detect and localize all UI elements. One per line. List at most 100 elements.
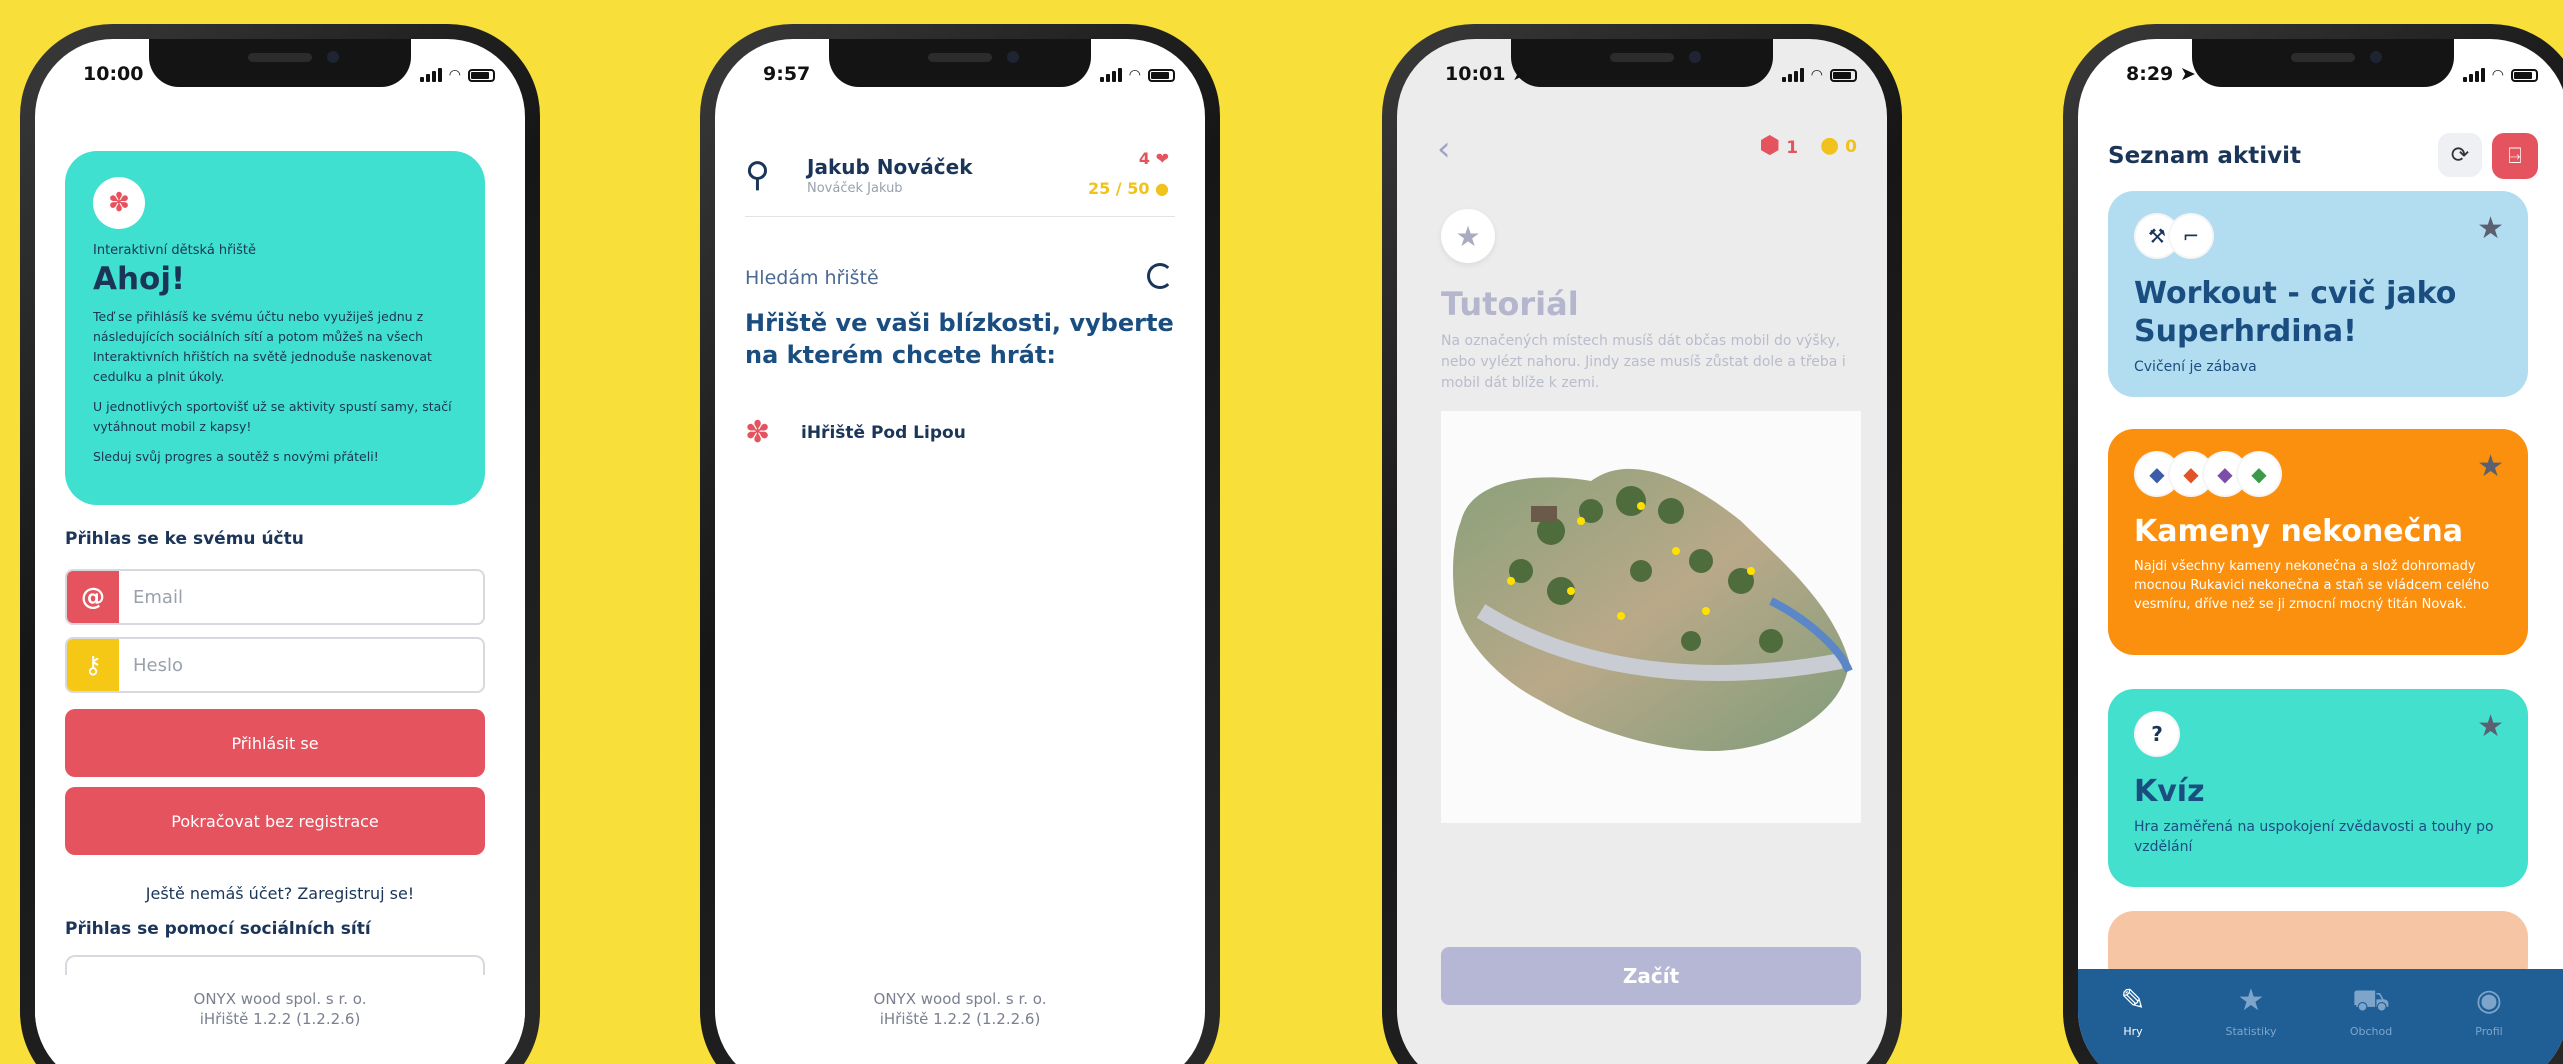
welcome-title: Ahoj!	[93, 261, 186, 297]
tab-profile[interactable]: ◉ Profil	[2444, 983, 2534, 1038]
email-placeholder: Email	[133, 586, 183, 608]
star-icon[interactable]: ★	[2477, 709, 2504, 744]
user-name: Jakub Nováček	[807, 155, 973, 179]
playground-headline: Hřiště ve vaši blízkosti, vyberte na kte…	[745, 309, 1174, 369]
star-icon: ★	[2237, 983, 2265, 1018]
footer-company: ONYX wood spol. s r. o.	[193, 990, 367, 1008]
status-bar: 10:01 ➤ ◠	[1397, 63, 1887, 93]
phone-activities: 8:29 ➤ ◠ Seznam aktivit ⟳ ⍈ ⚒ ⌐ ★ Workout…	[2063, 24, 2563, 1064]
tab-statistics[interactable]: ★ Statistiky	[2206, 983, 2296, 1038]
gem-icon: ⬢	[1759, 131, 1781, 159]
ihriste-logo-icon: ✽	[745, 415, 771, 450]
register-link[interactable]: Ještě nemáš účet? Zaregistruj se!	[35, 884, 525, 903]
social-login-button[interactable]	[65, 955, 485, 975]
phone-login: 10:00 ◠ ✽ Interaktivní dětská hřiště Aho…	[20, 24, 540, 1064]
phone-tutorial: 10:01 ➤ ◠ ‹ ⬢ 1 ● 0 ★ Tutoriál Na označe…	[1382, 24, 1902, 1064]
status-bar: 8:29 ➤ ◠	[2078, 63, 2563, 93]
gems-counter: ⬢ 1	[1759, 131, 1799, 159]
battery-icon	[1148, 68, 1175, 82]
location-arrow-icon: ➤	[1512, 63, 1529, 85]
footer-company: ONYX wood spol. s r. o.	[873, 990, 1047, 1008]
card-title: Kameny nekonečna	[2134, 514, 2464, 549]
key-icon: ⚷	[67, 639, 119, 691]
coin-icon: ●	[1155, 179, 1169, 198]
cart-icon: ⛟	[2352, 983, 2390, 1018]
card-subtitle: Cvičení je zábava	[2134, 359, 2257, 375]
card-title: Workout - cvič jako Superhrdina!	[2134, 276, 2457, 349]
playground-name: iHřiště Pod Lipou	[801, 422, 966, 443]
tab-bar: ✎ Hry ★ Statistiky ⛟ Obchod ◉ Profil	[2078, 969, 2563, 1064]
card-subtitle: Najdi všechny kameny nekonečna a slož do…	[2134, 559, 2490, 612]
social-section-title: Přihlas se pomocí sociálních sítí	[65, 919, 371, 939]
heart-icon: ❤	[1155, 149, 1169, 168]
signal-icon	[1099, 68, 1122, 82]
tab-label: Statistiky	[2225, 1025, 2277, 1038]
card-title: Kvíz	[2134, 774, 2205, 809]
activity-card-infinity-stones[interactable]: ◆ ◆ ◆ ◆ ★ Kameny nekonečna Najdi všechny…	[2108, 429, 2528, 655]
status-time: 10:00	[83, 63, 144, 85]
tab-label: Obchod	[2349, 1025, 2393, 1038]
footer: ONYX wood spol. s r. o. iHřiště 1.2.2 (1…	[715, 989, 1205, 1029]
at-icon: @	[67, 571, 119, 623]
footer-version: iHřiště 1.2.2 (1.2.2.6)	[879, 1010, 1041, 1028]
phone-playground-search: 9:57 ◠ ⚲ Jakub Nováček Nováček Jakub 4 ❤…	[700, 24, 1220, 1064]
signal-icon	[1781, 68, 1804, 82]
exit-button[interactable]: ⍈	[2492, 133, 2538, 179]
searching-label: Hledám hřiště	[745, 267, 879, 289]
continue-without-registration-button[interactable]: Pokračovat bez registrace	[65, 787, 485, 855]
start-button[interactable]: Začít	[1441, 947, 1861, 1005]
door-icon: ⍈	[2508, 143, 2522, 169]
pencil-icon: ✎	[2120, 983, 2146, 1018]
location-arrow-icon: ➤	[2179, 63, 2196, 85]
status-time: 9:57	[763, 63, 811, 85]
status-time: 8:29 ➤	[2126, 63, 2196, 85]
stone-icon: ◆	[2236, 451, 2282, 497]
welcome-text-1: Teď se přihlásíš ke svému účtu nebo využ…	[93, 309, 432, 384]
user-icon: ◉	[2475, 983, 2503, 1018]
screen-playground-search: 9:57 ◠ ⚲ Jakub Nováček Nováček Jakub 4 ❤…	[715, 39, 1205, 1064]
question-icon: ?	[2134, 711, 2180, 757]
user-profile-icon: ⚲	[745, 155, 770, 195]
status-time: 10:01 ➤	[1445, 63, 1529, 85]
tab-label: Hry	[2123, 1025, 2143, 1038]
wifi-icon: ◠	[1810, 67, 1823, 83]
screen-tutorial: 10:01 ➤ ◠ ‹ ⬢ 1 ● 0 ★ Tutoriál Na označe…	[1397, 39, 1887, 1064]
star-icon[interactable]: ★	[2477, 211, 2504, 246]
ihriste-logo-icon: ✽	[93, 177, 145, 229]
welcome-card: ✽ Interaktivní dětská hřiště Ahoj! Teď s…	[65, 151, 485, 505]
wifi-icon: ◠	[2491, 67, 2504, 83]
wifi-icon: ◠	[1128, 67, 1141, 83]
email-field[interactable]: @ Email	[65, 569, 485, 625]
screen-activities: 8:29 ➤ ◠ Seznam aktivit ⟳ ⍈ ⚒ ⌐ ★ Workout…	[2078, 39, 2563, 1064]
hearts-counter: 4 ❤	[1138, 149, 1169, 168]
login-button[interactable]: Přihlásit se	[65, 709, 485, 777]
tab-shop[interactable]: ⛟ Obchod	[2326, 983, 2416, 1038]
battery-icon	[468, 68, 495, 82]
battery-icon	[2511, 68, 2538, 82]
playground-list-item[interactable]: ✽ iHřiště Pod Lipou	[745, 415, 966, 450]
star-icon[interactable]: ★	[2477, 449, 2504, 484]
tab-games[interactable]: ✎ Hry	[2088, 983, 2178, 1038]
activity-card-quiz[interactable]: ? ★ Kvíz Hra zaměřená na uspokojení zvěd…	[2108, 689, 2528, 887]
coins-counter: ● 0	[1820, 132, 1857, 158]
footer-version: iHřiště 1.2.2 (1.2.2.6)	[199, 1010, 361, 1028]
login-section-title: Přihlas se ke svému účtu	[65, 529, 304, 549]
resource-counters: ⬢ 1 ● 0	[1759, 131, 1857, 159]
status-bar: 9:57 ◠	[715, 63, 1205, 93]
shoe-icon: ⌐	[2168, 213, 2214, 259]
back-chevron-icon[interactable]: ‹	[1437, 129, 1451, 169]
user-header: ⚲ Jakub Nováček Nováček Jakub 4 ❤ 25 / 5…	[745, 135, 1175, 217]
password-field[interactable]: ⚷ Heslo	[65, 637, 485, 693]
battery-icon	[1830, 68, 1857, 82]
screen-login: 10:00 ◠ ✽ Interaktivní dětská hřiště Aho…	[35, 39, 525, 1064]
password-placeholder: Heslo	[133, 654, 184, 676]
activity-card-workout[interactable]: ⚒ ⌐ ★ Workout - cvič jako Superhrdina! Cv…	[2108, 191, 2528, 397]
sync-icon: ⟳	[2450, 142, 2470, 168]
tab-label: Profil	[2475, 1025, 2503, 1038]
footer: ONYX wood spol. s r. o. iHřiště 1.2.2 (1…	[35, 989, 525, 1029]
signal-icon	[2462, 68, 2485, 82]
sync-button[interactable]: ⟳	[2438, 133, 2482, 177]
card-subtitle: Hra zaměřená na uspokojení zvědavosti a …	[2134, 819, 2494, 855]
coins-counter: 25 / 50 ●	[1087, 179, 1169, 198]
loading-spinner-icon	[1147, 263, 1173, 289]
